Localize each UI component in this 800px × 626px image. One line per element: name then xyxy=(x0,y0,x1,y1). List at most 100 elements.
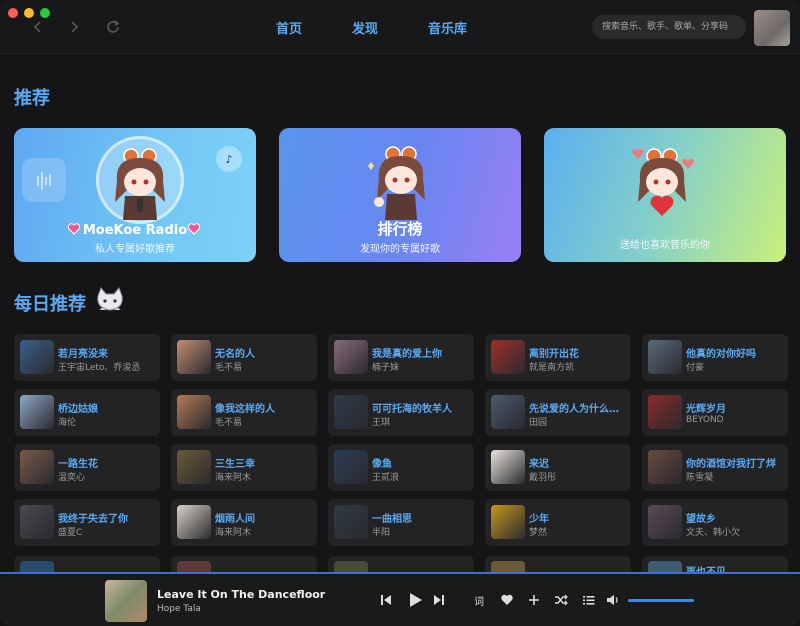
song-card[interactable]: 三生三幸 海来阿木 xyxy=(171,444,317,491)
song-card[interactable]: 烟雨人间 海来阿木 xyxy=(171,499,317,546)
song-artist: 就是南方凯 xyxy=(529,363,575,373)
song-cover xyxy=(648,340,682,374)
now-playing-cover[interactable] xyxy=(105,580,147,622)
like-button[interactable] xyxy=(497,590,517,610)
song-cover xyxy=(334,395,368,429)
song-card[interactable]: 像我这样的人 毛不易 xyxy=(171,389,317,436)
cat-mascot-icon xyxy=(97,287,123,311)
song-artist: 海来阿木 xyxy=(215,528,252,538)
song-artist: 王琪 xyxy=(372,418,391,428)
ranking-card-title: 排行榜 xyxy=(377,220,423,238)
song-artist: 王宇宙Leto、乔浚丞 xyxy=(58,363,141,373)
player-bar: Leave It On The Dancefloor Hope Tala 词 xyxy=(0,572,800,626)
skip-back-icon xyxy=(381,595,391,605)
ranking-card[interactable]: 排行榜 发现你的专属好歌 xyxy=(279,128,521,262)
nav-library[interactable]: 音乐库 xyxy=(428,18,467,37)
song-title: 桥边姑娘 xyxy=(58,404,98,415)
song-card[interactable]: 像鱼 王贰浪 xyxy=(328,444,474,491)
refresh-button[interactable] xyxy=(102,16,124,38)
anime-character-icon xyxy=(368,146,425,220)
shuffle-button[interactable] xyxy=(551,590,571,610)
song-artist: 梦然 xyxy=(529,528,548,538)
song-card[interactable]: 我终于失去了你 盛夏C xyxy=(14,499,160,546)
refresh-icon xyxy=(107,20,120,33)
music-note-button[interactable]: ♪ xyxy=(216,146,242,172)
song-card[interactable]: 若月亮没来 王宇宙Leto、乔浚丞 xyxy=(14,334,160,381)
radio-card-subtitle: 私人专属好歌推荐 xyxy=(95,244,175,255)
daily-song-grid: 若月亮没来 王宇宙Leto、乔浚丞 无名的人 毛不易 我是真的爱上你 楠子妹 离别开出花 就是… xyxy=(14,334,788,546)
search-input[interactable] xyxy=(592,15,746,39)
song-title: 我是真的爱上你 xyxy=(372,349,442,360)
previous-button[interactable] xyxy=(376,590,396,610)
song-card[interactable]: 望故乡 文夫、韩小欠 xyxy=(642,499,788,546)
app-window: 首页 发现 音乐库 推荐 ♪ MoeKoe Radio 私人专属好歌推荐 xyxy=(0,0,800,626)
main-nav: 首页 发现 音乐库 xyxy=(276,18,467,37)
song-artist: 毛不易 xyxy=(215,418,243,428)
song-card[interactable]: 一路生花 温奕心 xyxy=(14,444,160,491)
play-button[interactable] xyxy=(403,588,427,612)
back-button[interactable] xyxy=(27,16,49,38)
song-cover xyxy=(177,340,211,374)
moekoe-radio-card[interactable]: ♪ MoeKoe Radio 私人专属好歌推荐 xyxy=(14,128,256,262)
now-playing-title: Leave It On The Dancefloor xyxy=(157,588,326,601)
radio-card-title: MoeKoe Radio xyxy=(82,223,188,238)
song-title: 我终于失去了你 xyxy=(58,514,128,525)
chevron-right-icon xyxy=(71,21,79,33)
song-card[interactable]: 光辉岁月 BEYOND xyxy=(642,389,788,436)
song-cover xyxy=(334,340,368,374)
song-cover xyxy=(648,395,682,429)
song-artist: BEYOND xyxy=(686,415,724,425)
song-cover xyxy=(20,450,54,484)
song-card[interactable]: 桥边姑娘 海伦 xyxy=(14,389,160,436)
now-playing-artist: Hope Tala xyxy=(157,604,201,614)
song-title: 先说爱的人为什么先离开 xyxy=(529,404,627,415)
lyrics-button[interactable]: 词 xyxy=(469,590,489,610)
song-cover xyxy=(334,505,368,539)
plus-icon xyxy=(529,595,539,605)
add-to-playlist-button[interactable] xyxy=(524,590,544,610)
song-card[interactable]: 可可托海的牧羊人 王琪 xyxy=(328,389,474,436)
song-artist: 戴羽彤 xyxy=(529,473,557,483)
song-cover xyxy=(334,450,368,484)
song-card[interactable]: 一曲相思 半阳 xyxy=(328,499,474,546)
song-card[interactable]: 离别开出花就是南方凯 xyxy=(485,334,631,381)
song-card[interactable]: 先说爱的人为什么先离开田园 xyxy=(485,389,631,436)
top-bar: 首页 发现 音乐库 xyxy=(0,0,800,54)
user-avatar[interactable] xyxy=(754,10,790,46)
close-window-button[interactable] xyxy=(8,8,18,18)
nav-home[interactable]: 首页 xyxy=(276,18,302,37)
song-title: 烟雨人间 xyxy=(215,514,255,525)
chevron-left-icon xyxy=(33,21,41,33)
song-artist: 付豪 xyxy=(686,363,705,373)
song-card[interactable]: 来迟 戴羽彤 xyxy=(485,444,631,491)
song-title: 像鱼 xyxy=(372,459,392,470)
song-cover xyxy=(648,505,682,539)
song-artist: 文夫、韩小欠 xyxy=(686,528,741,538)
song-artist: 陈雪凝 xyxy=(686,473,714,483)
nav-discover[interactable]: 发现 xyxy=(352,18,378,37)
song-card[interactable]: 无名的人 毛不易 xyxy=(171,334,317,381)
anime-character-icon xyxy=(115,148,165,220)
song-title: 离别开出花 xyxy=(529,349,579,360)
playlist-button[interactable] xyxy=(579,590,599,610)
song-card[interactable]: 他真的对你好吗 付豪 xyxy=(642,334,788,381)
song-cover xyxy=(491,395,525,429)
song-card[interactable]: 我是真的爱上你 楠子妹 xyxy=(328,334,474,381)
song-artist: 海伦 xyxy=(58,418,77,428)
volume-button[interactable] xyxy=(603,590,623,610)
song-cover xyxy=(177,395,211,429)
speaker-icon xyxy=(607,595,618,605)
song-cover xyxy=(177,505,211,539)
volume-slider[interactable] xyxy=(628,599,694,602)
song-title: 一曲相思 xyxy=(372,514,412,525)
heart-icon xyxy=(501,594,513,605)
song-cover xyxy=(20,395,54,429)
song-title: 你的酒馆对我打了烊 xyxy=(686,459,776,470)
forward-button[interactable] xyxy=(63,16,85,38)
for-you-card[interactable]: 送给也喜欢音乐的你 xyxy=(544,128,786,262)
song-card[interactable]: 少年 梦然 xyxy=(485,499,631,546)
next-button[interactable] xyxy=(429,590,449,610)
song-card[interactable]: 你的酒馆对我打了烊 陈雪凝 xyxy=(642,444,788,491)
for-you-card-subtitle: 送给也喜欢音乐的你 xyxy=(620,240,710,251)
song-artist: 温奕心 xyxy=(58,473,86,483)
